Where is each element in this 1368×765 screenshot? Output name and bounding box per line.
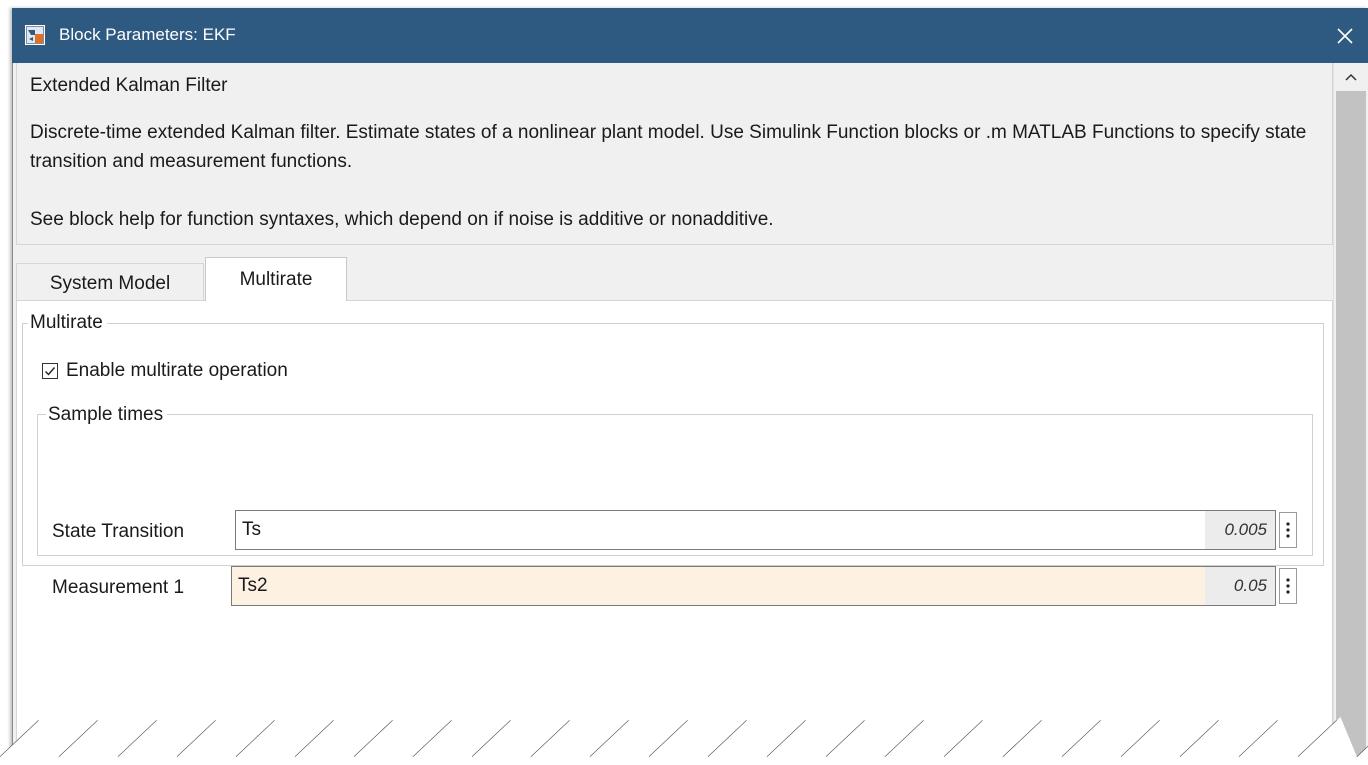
state-transition-value-hint: 0.005	[1205, 511, 1275, 549]
tab-multirate[interactable]: Multirate	[205, 257, 347, 301]
tab-strip: System Model Multirate	[16, 257, 1331, 301]
simulink-block-icon	[25, 25, 45, 45]
measurement1-field[interactable]: Ts2 0.05	[231, 566, 1276, 606]
description-paragraph-1: Discrete-time extended Kalman filter. Es…	[30, 122, 1307, 172]
enable-multirate-label: Enable multirate operation	[66, 360, 288, 381]
checkmark-icon	[45, 367, 56, 376]
close-icon	[1337, 27, 1353, 44]
title-bar[interactable]: Block Parameters: EKF	[12, 8, 1368, 63]
description-paragraph-2: See block help for function syntaxes, wh…	[30, 209, 774, 230]
checkbox-box[interactable]	[42, 363, 58, 379]
dialog-content: Extended Kalman Filter Discrete-time ext…	[12, 63, 1335, 765]
state-transition-field[interactable]: Ts 0.005	[235, 510, 1276, 550]
measurement1-label: Measurement 1	[52, 577, 185, 598]
multirate-tab-panel: Multirate Enable multirate operation Sam…	[16, 300, 1333, 765]
state-transition-label: State Transition	[52, 521, 185, 542]
scroll-thumb[interactable]	[1336, 91, 1366, 765]
close-button[interactable]	[1322, 8, 1368, 63]
torn-edge-decoration	[0, 717, 1368, 765]
vertical-ellipsis-icon	[1286, 578, 1290, 594]
multirate-group-title: Multirate	[28, 312, 107, 334]
block-description-text: Discrete-time extended Kalman filter. Es…	[30, 118, 1320, 234]
block-parameters-dialog: Block Parameters: EKF Extended Kalman Fi…	[12, 8, 1368, 765]
measurement1-value: Ts2	[238, 575, 268, 596]
state-transition-more-button[interactable]	[1279, 512, 1297, 548]
state-transition-value: Ts	[242, 519, 261, 540]
torn-edge-paper	[0, 717, 1368, 765]
sample-times-group-title: Sample times	[46, 404, 168, 426]
chevron-up-icon	[1345, 73, 1357, 81]
tab-system-model[interactable]: System Model	[16, 263, 204, 301]
vertical-ellipsis-icon	[1286, 522, 1290, 538]
enable-multirate-checkbox[interactable]: Enable multirate operation	[42, 358, 288, 384]
block-description: Extended Kalman Filter Discrete-time ext…	[16, 63, 1333, 245]
window-title: Block Parameters: EKF	[59, 25, 236, 44]
measurement1-value-hint: 0.05	[1205, 567, 1275, 605]
measurement1-more-button[interactable]	[1279, 568, 1297, 604]
block-description-title: Extended Kalman Filter	[30, 75, 228, 96]
vertical-scrollbar[interactable]	[1333, 63, 1368, 765]
scroll-up-button[interactable]	[1334, 63, 1368, 91]
